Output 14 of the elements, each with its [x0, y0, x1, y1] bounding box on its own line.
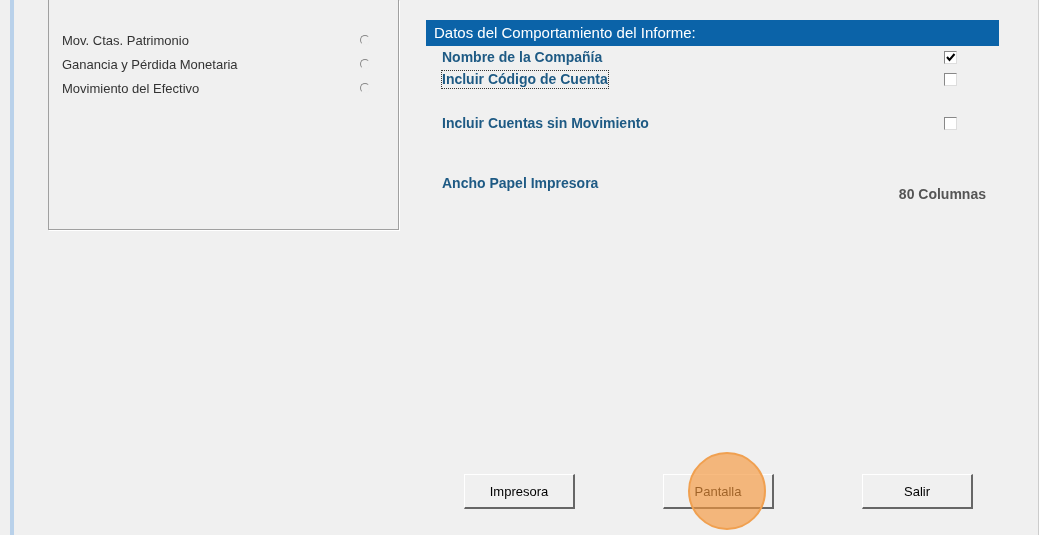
dialog-button[interactable]: Impresora	[464, 474, 575, 509]
radio-label: Ganancia y Pérdida Monetaria	[62, 56, 238, 72]
paper-width-value: 80 Columnas	[898, 186, 986, 202]
dialog-button[interactable]: Salir	[862, 474, 973, 509]
checkbox-label: Nombre de la Compañía	[441, 47, 604, 67]
checkbox[interactable]	[944, 116, 957, 130]
checkbox[interactable]	[944, 50, 957, 64]
checkbox[interactable]	[944, 72, 957, 86]
panel-header: Datos del Comportamiento del Informe:	[426, 20, 999, 46]
radio-label: Movimiento del Efectivo	[62, 80, 200, 96]
radio-label: Mov. Ctas. Patrimonio	[62, 32, 189, 48]
paper-width-label: Ancho Papel Impresora	[441, 174, 600, 193]
checkbox-label: Incluir Código de Cuenta	[441, 69, 609, 89]
checkbox-label: Incluir Cuentas sin Movimiento	[441, 113, 650, 133]
